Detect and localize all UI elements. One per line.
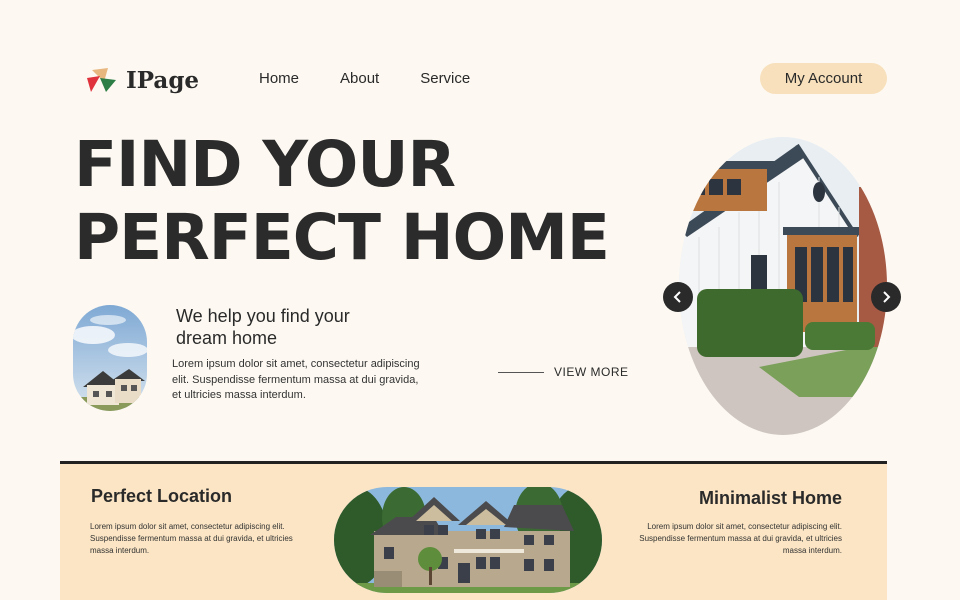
hero-subheading-line-1: We help you find your (176, 306, 350, 326)
nav-item-home[interactable]: Home (259, 70, 299, 87)
carousel-house-image (679, 137, 887, 435)
hero-title: FIND YOUR PERFECT HOME (74, 128, 610, 274)
nav-item-service[interactable]: Service (420, 70, 470, 87)
hero-title-line-1: FIND YOUR (74, 128, 456, 201)
mansion-image (334, 487, 602, 593)
divider-line (498, 371, 544, 373)
hero-subheading-line-2: dream home (176, 328, 278, 348)
carousel-prev-button[interactable] (663, 282, 693, 312)
small-house-image (73, 305, 147, 411)
chevron-left-icon (673, 291, 681, 303)
view-more-link[interactable]: VIEW MORE (498, 365, 629, 379)
chevron-right-icon (883, 291, 891, 303)
main-nav: Home About Service (259, 70, 470, 87)
carousel-next-button[interactable] (871, 282, 901, 312)
geometric-logo-icon (87, 68, 116, 92)
hero-subheading: We help you find your dream home (176, 305, 396, 349)
feature-text-minimalist: Lorem ipsum dolor sit amet, consectetur … (639, 522, 842, 556)
feature-title-location: Perfect Location (91, 486, 233, 506)
hero-title-line-2: PERFECT HOME (74, 201, 610, 274)
brand-logo[interactable]: IPage (86, 64, 199, 96)
feature-text-location: Lorem ipsum dolor sit amet, consectetur … (90, 522, 293, 556)
nav-item-about[interactable]: About (340, 70, 379, 87)
view-more-label: VIEW MORE (554, 365, 629, 379)
my-account-button[interactable]: My Account (760, 63, 887, 94)
feature-title-minimalist: Minimalist Home (698, 488, 842, 508)
brand-name: IPage (126, 66, 200, 94)
hero-description: Lorem ipsum dolor sit amet, consectetur … (172, 358, 420, 401)
